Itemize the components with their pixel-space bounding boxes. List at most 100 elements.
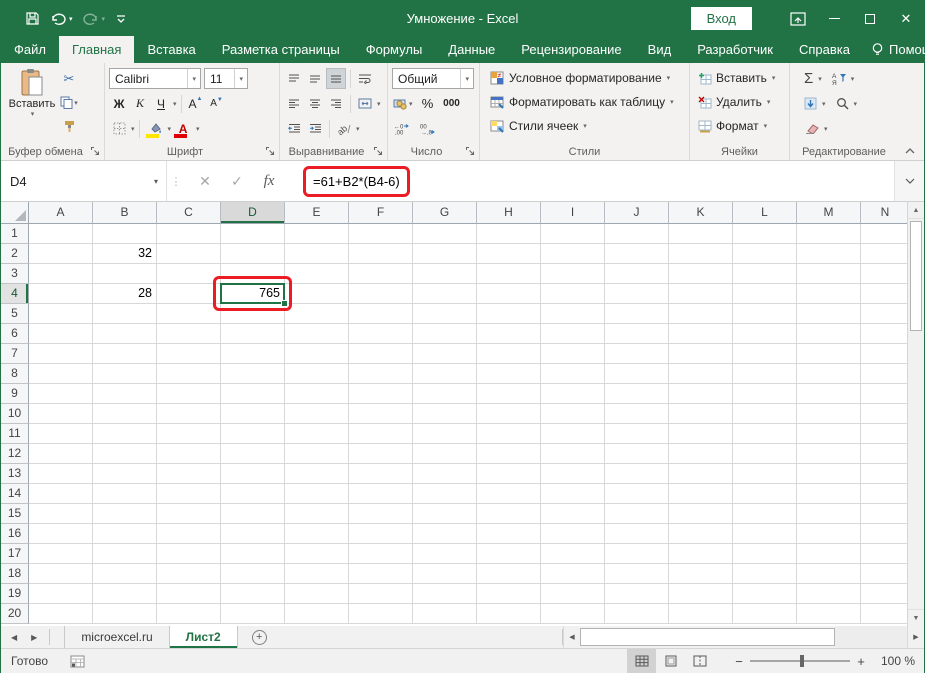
cell-N16[interactable] [861, 524, 909, 544]
sign-in-button[interactable]: Вход [691, 7, 752, 30]
cell-L11[interactable] [733, 424, 797, 444]
cell-F7[interactable] [349, 344, 413, 364]
row-header-1[interactable]: 1 [1, 224, 29, 244]
cell-F11[interactable] [349, 424, 413, 444]
cell-L4[interactable] [733, 284, 797, 304]
row-header-11[interactable]: 11 [1, 424, 29, 444]
cell-B14[interactable] [93, 484, 157, 504]
cell-B6[interactable] [93, 324, 157, 344]
cell-M18[interactable] [797, 564, 861, 584]
cell-I13[interactable] [541, 464, 605, 484]
cell-I5[interactable] [541, 304, 605, 324]
ribbon-tab-Главная[interactable]: Главная [59, 36, 134, 63]
cell-F14[interactable] [349, 484, 413, 504]
cell-F3[interactable] [349, 264, 413, 284]
cell-K16[interactable] [669, 524, 733, 544]
horizontal-scroll-thumb[interactable] [580, 628, 835, 646]
cell-L3[interactable] [733, 264, 797, 284]
sort-filter-button[interactable]: АЯ▾ [832, 67, 855, 91]
cell-D7[interactable] [221, 344, 285, 364]
cell-G16[interactable] [413, 524, 477, 544]
cell-K2[interactable] [669, 244, 733, 264]
column-header-H[interactable]: H [477, 202, 541, 224]
column-header-I[interactable]: I [541, 202, 605, 224]
cell-E7[interactable] [285, 344, 349, 364]
italic-button[interactable]: К [130, 93, 150, 114]
cell-G13[interactable] [413, 464, 477, 484]
cell-C16[interactable] [157, 524, 221, 544]
row-header-8[interactable]: 8 [1, 364, 29, 384]
cell-M14[interactable] [797, 484, 861, 504]
cell-K3[interactable] [669, 264, 733, 284]
customize-qat-button[interactable] [115, 13, 127, 25]
font-name-dropdown-icon[interactable]: ▾ [187, 69, 200, 88]
number-dialog-launcher[interactable] [465, 146, 476, 157]
cell-M10[interactable] [797, 404, 861, 424]
sheet-tab-microexcel.ru[interactable]: microexcel.ru [64, 626, 169, 648]
cell-M16[interactable] [797, 524, 861, 544]
cell-F12[interactable] [349, 444, 413, 464]
cell-B1[interactable] [93, 224, 157, 244]
number-format-combo[interactable]: Общий▾ [392, 68, 474, 89]
cell-C1[interactable] [157, 224, 221, 244]
cell-J19[interactable] [605, 584, 669, 604]
cell-J11[interactable] [605, 424, 669, 444]
align-bottom-button[interactable] [326, 68, 346, 89]
cell-H19[interactable] [477, 584, 541, 604]
cell-I7[interactable] [541, 344, 605, 364]
cell-N13[interactable] [861, 464, 909, 484]
cell-M3[interactable] [797, 264, 861, 284]
column-header-F[interactable]: F [349, 202, 413, 224]
cell-H8[interactable] [477, 364, 541, 384]
cell-A17[interactable] [29, 544, 93, 564]
cell-C3[interactable] [157, 264, 221, 284]
column-header-E[interactable]: E [285, 202, 349, 224]
cell-D8[interactable] [221, 364, 285, 384]
cut-button[interactable]: ✂ [59, 68, 79, 89]
cell-C18[interactable] [157, 564, 221, 584]
align-top-button[interactable] [284, 68, 304, 89]
format-cells-button[interactable]: Формат▾ [698, 114, 787, 138]
cell-A3[interactable] [29, 264, 93, 284]
format-as-table-button[interactable]: Форматировать как таблицу▾ [490, 90, 687, 114]
copy-dropdown-icon[interactable]: ▾ [74, 99, 78, 107]
cell-M7[interactable] [797, 344, 861, 364]
insert-function-button[interactable]: fx [259, 173, 279, 190]
cell-F2[interactable] [349, 244, 413, 264]
cell-F15[interactable] [349, 504, 413, 524]
cell-M19[interactable] [797, 584, 861, 604]
cell-I6[interactable] [541, 324, 605, 344]
cell-E10[interactable] [285, 404, 349, 424]
cell-A5[interactable] [29, 304, 93, 324]
cell-A20[interactable] [29, 604, 93, 624]
redo-button[interactable]: ▾ [83, 12, 106, 26]
cell-B12[interactable] [93, 444, 157, 464]
cell-F16[interactable] [349, 524, 413, 544]
cell-D4[interactable]: 765 [221, 284, 285, 304]
prev-sheet-icon[interactable]: ◀ [11, 633, 17, 642]
cell-B17[interactable] [93, 544, 157, 564]
cell-L1[interactable] [733, 224, 797, 244]
cell-K13[interactable] [669, 464, 733, 484]
cell-H14[interactable] [477, 484, 541, 504]
cell-C2[interactable] [157, 244, 221, 264]
find-select-button[interactable]: ▾ [836, 92, 858, 116]
cell-C11[interactable] [157, 424, 221, 444]
cell-C4[interactable] [157, 284, 221, 304]
row-header-16[interactable]: 16 [1, 524, 29, 544]
cell-J5[interactable] [605, 304, 669, 324]
cell-L20[interactable] [733, 604, 797, 624]
decrease-font-button[interactable]: A▼ [207, 93, 227, 114]
cell-L16[interactable] [733, 524, 797, 544]
cell-E6[interactable] [285, 324, 349, 344]
row-header-13[interactable]: 13 [1, 464, 29, 484]
row-header-14[interactable]: 14 [1, 484, 29, 504]
cell-D9[interactable] [221, 384, 285, 404]
cell-A8[interactable] [29, 364, 93, 384]
row-header-10[interactable]: 10 [1, 404, 29, 424]
cell-E12[interactable] [285, 444, 349, 464]
cell-N2[interactable] [861, 244, 909, 264]
cell-I10[interactable] [541, 404, 605, 424]
cell-E4[interactable] [285, 284, 349, 304]
cell-M4[interactable] [797, 284, 861, 304]
